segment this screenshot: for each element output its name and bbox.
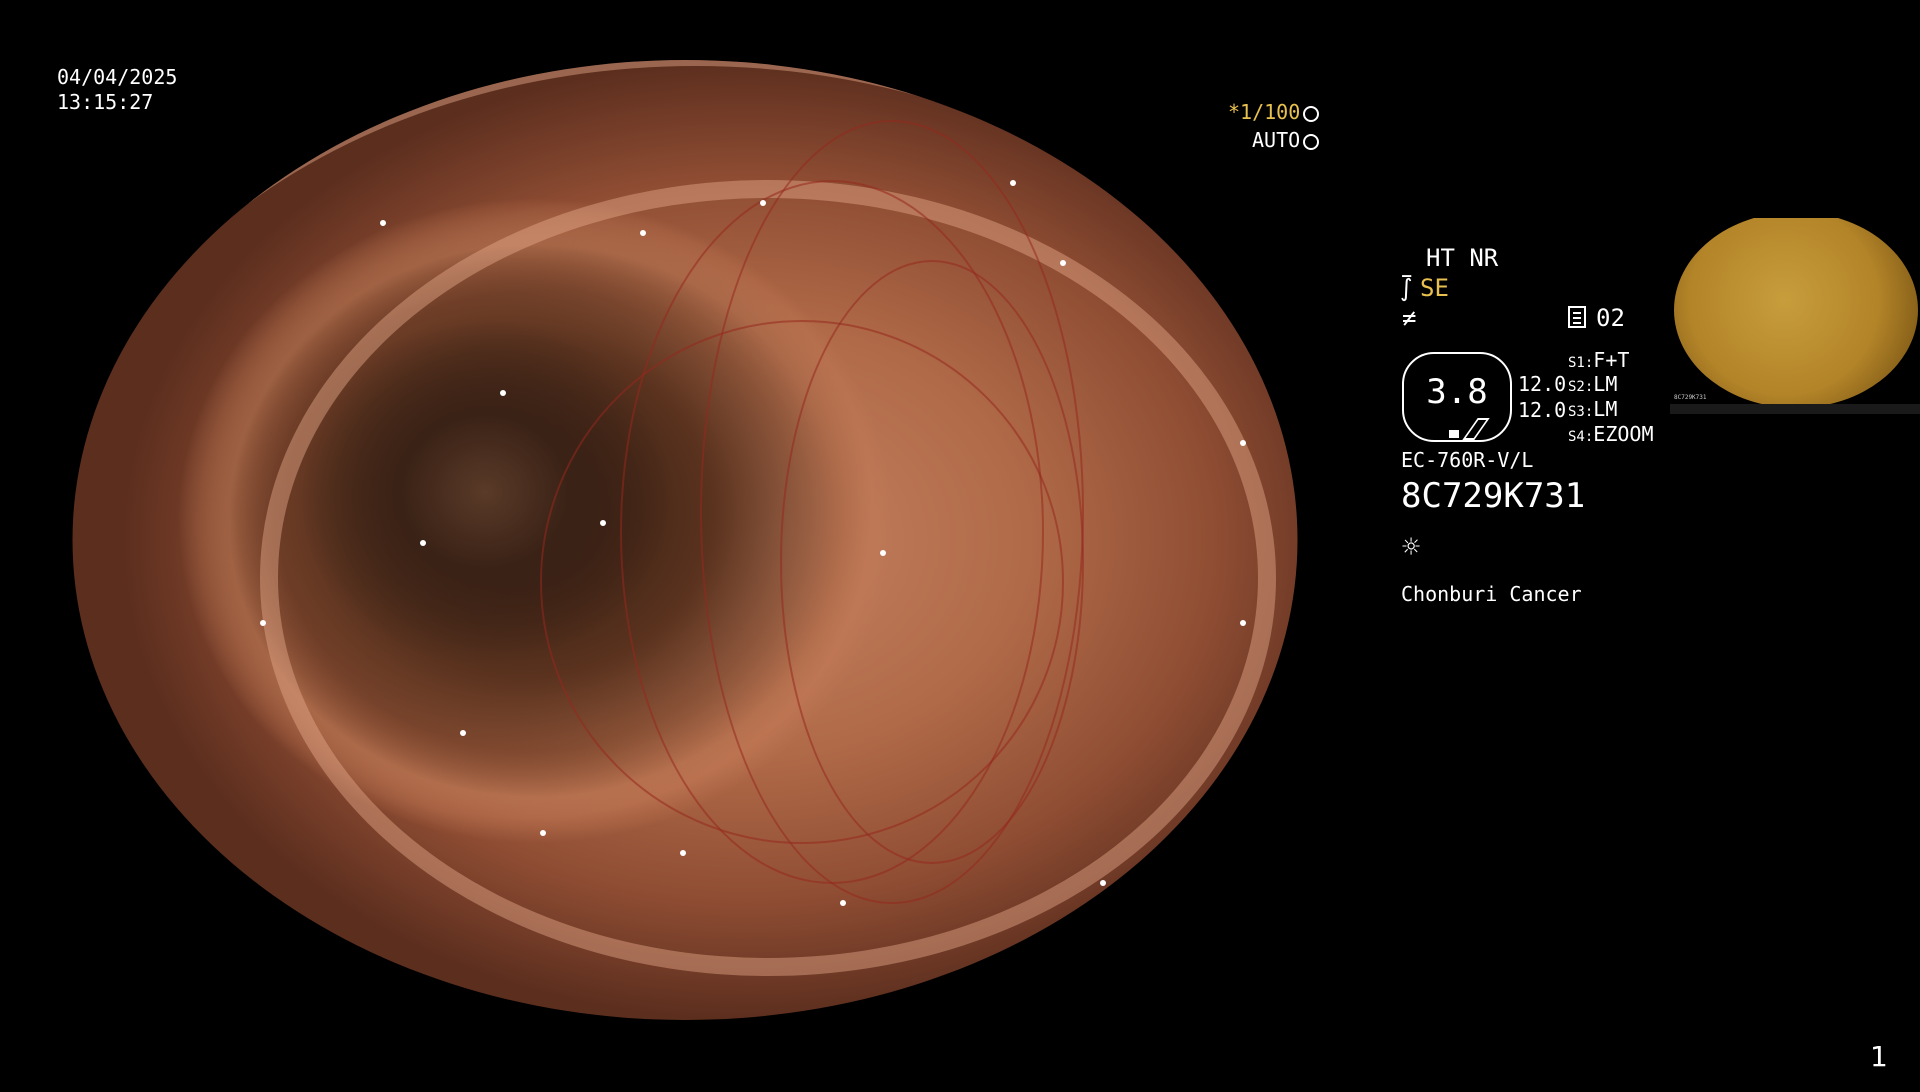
- switch-3-value: LM: [1593, 397, 1618, 421]
- color-mode-icon: ≠: [1402, 304, 1417, 332]
- endoscope-view: [72, 60, 1298, 1020]
- brightness-icon: ☼: [1402, 530, 1421, 565]
- octagon-bar-icon: [1449, 430, 1459, 438]
- date-readout: 04/04/2025: [57, 65, 178, 89]
- iris-icon: [1303, 133, 1320, 150]
- time-readout: 13:15:27: [57, 90, 154, 114]
- switch-1: S1:F+T: [1568, 348, 1629, 372]
- value-bottom: 12.0: [1518, 398, 1567, 422]
- aperture-icon: [1303, 105, 1320, 122]
- se-label: SE: [1420, 274, 1449, 302]
- page-number: 1: [1870, 1040, 1888, 1073]
- switch-4-label: S4:: [1568, 429, 1594, 445]
- pip-serial-caption: 8C729K731: [1674, 394, 1707, 401]
- switch-1-value: F+T: [1593, 348, 1630, 372]
- switch-4-value: EZOOM: [1593, 422, 1654, 446]
- shutter-readout: *1/100: [1228, 100, 1320, 124]
- ht-nr-label: HT NR: [1426, 244, 1499, 272]
- switch-1-label: S1:: [1568, 355, 1594, 371]
- pip-image: [1674, 218, 1918, 408]
- value-top: 12.0: [1518, 372, 1567, 396]
- switch-4: S4:EZOOM: [1568, 422, 1654, 446]
- top-right-panel: [1374, 0, 1920, 215]
- scope-serial: 8C729K731: [1401, 476, 1586, 516]
- shutter-value: *1/100: [1228, 100, 1301, 124]
- octagon-value: 3.8: [1426, 372, 1488, 412]
- scope-model: EC-760R-V/L: [1401, 448, 1534, 472]
- switch-2-label: S2:: [1568, 379, 1594, 395]
- switch-2-value: LM: [1593, 372, 1618, 396]
- auto-label: AUTO: [1252, 128, 1301, 152]
- pip-thumbnail: 8C729K731: [1670, 218, 1920, 414]
- hospital-name: Chonburi Cancer: [1401, 582, 1582, 606]
- document-icon: [1568, 306, 1586, 328]
- se-indicator: ⨛ SE: [1400, 274, 1449, 302]
- document-number: 02: [1596, 304, 1625, 332]
- auto-readout: AUTO: [1252, 128, 1320, 152]
- pip-status-bar: [1670, 404, 1920, 414]
- structure-enhance-icon: ⨛: [1400, 274, 1413, 302]
- switch-2: S2:LM: [1568, 372, 1617, 396]
- switch-3-label: S3:: [1568, 404, 1594, 420]
- switch-3: S3:LM: [1568, 397, 1617, 421]
